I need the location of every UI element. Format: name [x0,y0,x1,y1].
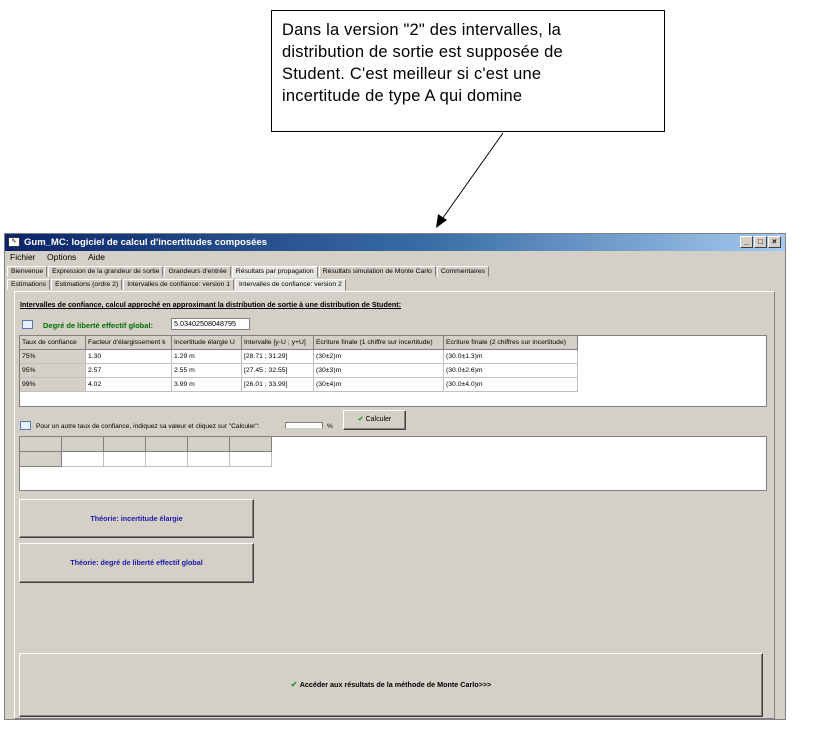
table-header: Ecriture finale (1 chiffre sur incertitu… [314,336,444,350]
check-icon: ✔ [357,416,364,423]
app-window: ✎ Gum_MC: logiciel de calcul d'incertitu… [4,233,786,720]
table-header [188,437,230,452]
theory-button-label: Théorie: incertitude élargie [90,514,183,523]
monte-carlo-button-label: Accéder aux résultats de la méthode de M… [299,680,492,689]
subtab-estimations-ordre2[interactable]: Estimations (ordre 2) [51,279,123,290]
other-rate-input[interactable] [285,422,323,429]
table-header [104,437,146,452]
info-icon [22,320,33,329]
table-cell[interactable] [62,452,104,467]
tab-resultats-propagation[interactable]: Résultats par propagation [231,266,318,278]
table-cell[interactable]: 1.30 [86,350,172,364]
table-header [146,437,188,452]
table-cell[interactable]: (30±4)m [314,378,444,392]
tab-expression[interactable]: Expression de la grandeur de sortie [48,266,164,277]
info-icon [20,421,31,430]
table-cell[interactable]: [27.45 ; 32.55] [242,364,314,378]
table-header: Incertitude élargie U [172,336,242,350]
menu-aide[interactable]: Aide [88,252,105,262]
table-row-header[interactable]: 95% [20,364,86,378]
window-title: Gum_MC: logiciel de calcul d'incertitude… [24,237,267,248]
tab-commentaires[interactable]: Commentaires [436,266,490,277]
sub-tab-bar: Estimations Estimations (ordre 2) Interv… [7,279,347,291]
table-cell[interactable] [104,452,146,467]
table-cell[interactable]: 3.99 m [172,378,242,392]
monte-carlo-results-button[interactable]: ✔ Accéder aux résultats de la méthode de… [19,653,763,717]
dof-value-field[interactable]: 5.03402508048795 [171,318,250,330]
check-icon: ✔ [290,680,298,689]
menu-fichier[interactable]: Fichier [10,252,36,262]
callout-arrow [436,132,504,228]
calculate-button[interactable]: ✔ Calculer [343,410,406,430]
table-cell[interactable]: 2.55 m [172,364,242,378]
table-header: Ecriture finale (2 chiffres sur incertit… [444,336,578,350]
table-cell[interactable]: (30±2)m [314,350,444,364]
table-cell[interactable]: 1.29 m [172,350,242,364]
tab-bienvenue[interactable]: Bienvenue [7,266,48,277]
table-cell[interactable]: [28.71 ; 31.29] [242,350,314,364]
table-cell[interactable]: 4.02 [86,378,172,392]
menu-bar: Fichier Options Aide [5,251,785,264]
close-button[interactable]: × [768,236,781,248]
custom-rate-table [19,436,767,491]
table-header: Taux de confiance [20,336,86,350]
table-header: Intervalle [y-U ; y+U] [242,336,314,350]
table-cell[interactable] [188,452,230,467]
minimize-button[interactable]: _ [740,236,753,248]
maximize-button[interactable]: □ [754,236,767,248]
subtab-estimations[interactable]: Estimations [7,279,51,290]
table-cell[interactable]: [26.01 ; 33.99] [242,378,314,392]
table-cell[interactable]: 2.57 [86,364,172,378]
table-cell[interactable] [230,452,272,467]
table-row-header[interactable]: 75% [20,350,86,364]
section-heading: Intervalles de confiance, calcul approch… [20,300,402,309]
menu-options[interactable]: Options [47,252,76,262]
table-header [230,437,272,452]
table-cell[interactable]: (30±3)m [314,364,444,378]
theory-expanded-uncertainty-button[interactable]: Théorie: incertitude élargie [19,499,254,538]
theory-button-label: Théorie: degré de liberté effectif globa… [70,558,203,567]
calculate-button-label: Calculer [365,416,392,423]
table-row-header[interactable] [20,452,62,467]
tab-resultats-monte-carlo[interactable]: Résultats simulation de Monte Carlo [318,266,436,277]
percent-unit: % [327,423,333,430]
table-cell[interactable]: (30.0±1.3)m [444,350,578,364]
table-header [62,437,104,452]
tab-grandeurs-entree[interactable]: Grandeurs d'entrée [164,266,231,277]
title-bar[interactable]: ✎ Gum_MC: logiciel de calcul d'incertitu… [5,234,785,251]
table-cell[interactable]: (30.0±2.6)m [444,364,578,378]
subtab-intervalles-v2[interactable]: Intervalles de confiance: version 2 [235,279,346,291]
app-icon: ✎ [8,237,20,247]
table-row-header[interactable]: 99% [20,378,86,392]
other-rate-label: Pour un autre taux de confiance, indique… [36,423,260,430]
table-header [20,437,62,452]
table-cell[interactable]: (30.0±4.0)m [444,378,578,392]
dof-label: Degré de liberté effectif global: [43,321,154,330]
main-tab-bar: Bienvenue Expression de la grandeur de s… [7,266,490,278]
table-cell[interactable] [146,452,188,467]
table-header: Facteur d'élargissement k [86,336,172,350]
subtab-intervalles-v1[interactable]: Intervalles de confiance: version 1 [123,279,235,290]
theory-effective-dof-button[interactable]: Théorie: degré de liberté effectif globa… [19,543,254,583]
confidence-table: Taux de confiance Facteur d'élargissemen… [19,335,767,407]
